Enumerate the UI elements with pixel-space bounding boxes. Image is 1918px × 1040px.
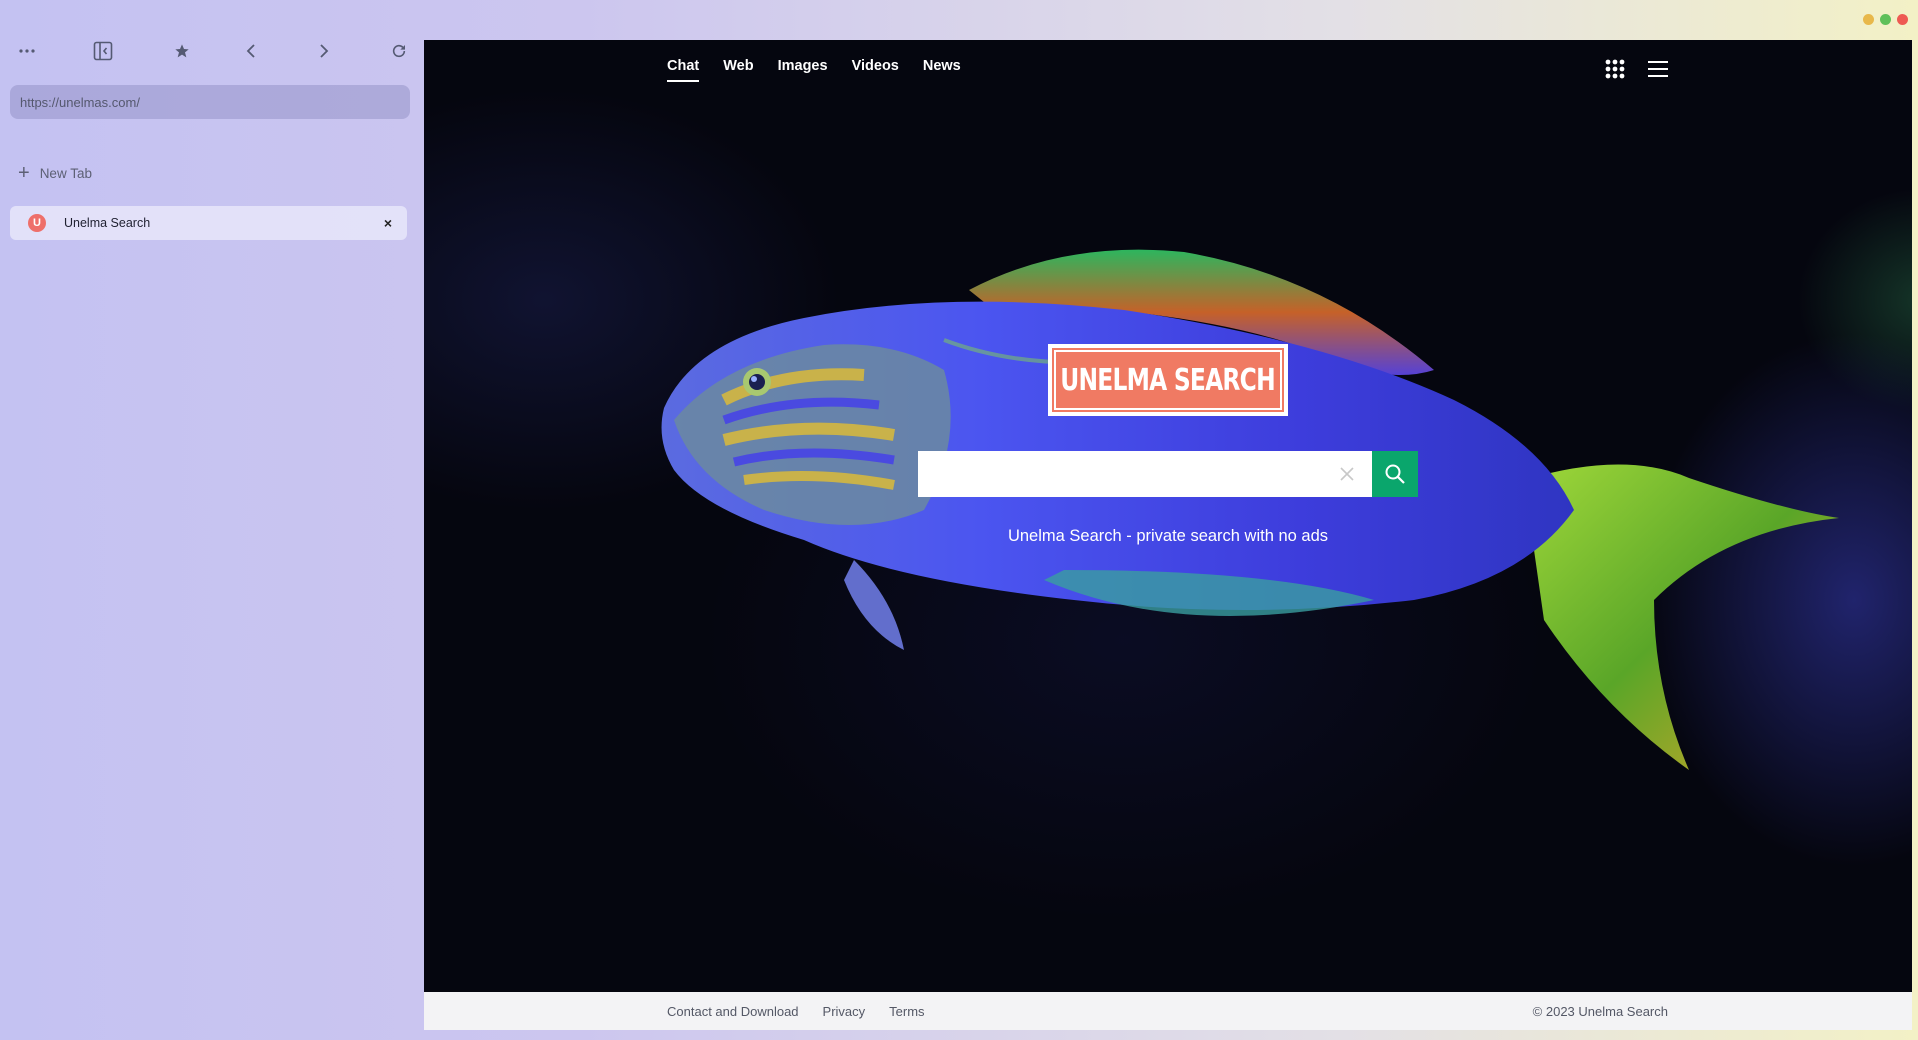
apps-grid-icon[interactable] xyxy=(1604,58,1626,80)
star-icon xyxy=(175,44,189,58)
nav-web[interactable]: Web xyxy=(723,58,753,82)
browser-window: https://unelmas.com/ + New Tab U Unelma … xyxy=(0,0,1918,1040)
minimize-button[interactable] xyxy=(1863,14,1874,25)
back-button[interactable] xyxy=(238,38,264,64)
tab-unelma-search[interactable]: U Unelma Search × xyxy=(10,206,407,240)
plus-icon: + xyxy=(18,162,30,184)
nav-news[interactable]: News xyxy=(923,58,961,82)
page-footer: Contact and Download Privacy Terms © 202… xyxy=(424,992,1912,1030)
back-icon xyxy=(246,44,255,58)
logo-badge: UNELMA SEARCH xyxy=(1052,348,1284,412)
top-nav: Chat Web Images Videos News xyxy=(667,58,961,82)
hamburger-menu-icon[interactable] xyxy=(1647,59,1669,79)
nav-images[interactable]: Images xyxy=(778,58,828,82)
footer-links: Contact and Download Privacy Terms xyxy=(667,1004,925,1019)
footer-link-contact[interactable]: Contact and Download xyxy=(667,1004,799,1019)
sidebar-toggle-icon xyxy=(93,41,113,61)
unelma-search-logo: UNELMA SEARCH xyxy=(1048,344,1288,416)
search-button[interactable] xyxy=(1372,451,1418,497)
close-window-button[interactable] xyxy=(1897,14,1908,25)
fish-background-image xyxy=(661,249,1839,770)
tagline: Unelma Search - private search with no a… xyxy=(1007,527,1329,545)
nav-videos[interactable]: Videos xyxy=(852,58,899,82)
web-page: Chat Web Images Videos News UNELMA SEARC… xyxy=(424,40,1912,1030)
nav-chat[interactable]: Chat xyxy=(667,58,700,82)
hero-background xyxy=(424,40,1912,992)
address-bar[interactable]: https://unelmas.com/ xyxy=(10,85,410,119)
more-button[interactable] xyxy=(14,38,40,64)
footer-link-terms[interactable]: Terms xyxy=(889,1004,924,1019)
sidebar-toolbar xyxy=(14,38,414,64)
unelma-favicon-icon: U xyxy=(28,214,46,232)
search-icon xyxy=(1385,464,1405,484)
reload-button[interactable] xyxy=(386,38,412,64)
logo-text: UNELMA SEARCH xyxy=(1060,362,1276,398)
forward-button[interactable] xyxy=(311,38,337,64)
new-tab-label: New Tab xyxy=(39,165,92,181)
close-tab-icon[interactable]: × xyxy=(379,215,397,231)
clear-search-icon[interactable] xyxy=(1336,463,1358,485)
forward-icon xyxy=(320,44,329,58)
copyright-text: © 2023 Unelma Search xyxy=(1532,1004,1668,1019)
new-tab-button[interactable]: + New Tab xyxy=(18,162,92,184)
more-icon xyxy=(19,49,35,53)
address-bar-url: https://unelmas.com/ xyxy=(20,94,140,110)
window-controls xyxy=(1863,14,1908,25)
browser-sidebar: https://unelmas.com/ + New Tab U Unelma … xyxy=(0,0,424,1040)
tab-title: Unelma Search xyxy=(64,216,151,230)
maximize-button[interactable] xyxy=(1880,14,1891,25)
bookmark-button[interactable] xyxy=(169,38,195,64)
search-input[interactable] xyxy=(918,451,1372,497)
sidebar-toggle-button[interactable] xyxy=(90,38,116,64)
footer-link-privacy[interactable]: Privacy xyxy=(823,1004,866,1019)
search-box xyxy=(918,451,1418,497)
reload-icon xyxy=(392,44,406,58)
